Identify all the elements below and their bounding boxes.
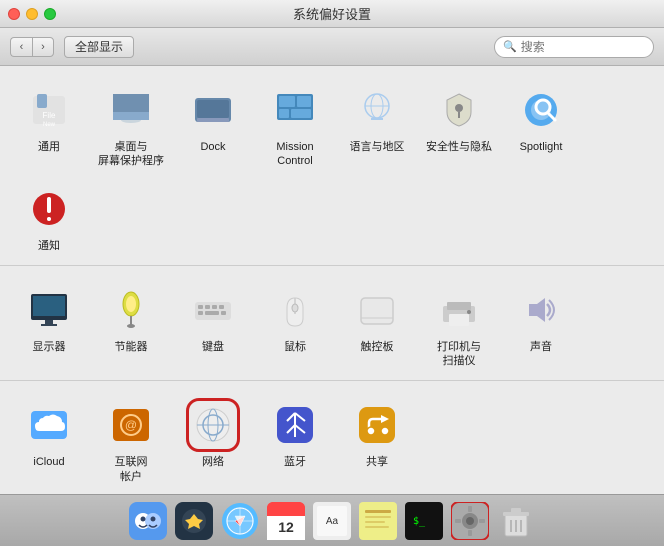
section-personal: File New 通用 桌面与 屏幕保护程序 Dock Mission Control 语言…: [0, 66, 664, 266]
icon-item-general[interactable]: File New 通用: [10, 78, 88, 173]
icon-label-notify: 通知: [38, 239, 60, 253]
icon-item-printer[interactable]: 打印机与 扫描仪: [420, 278, 498, 373]
dock-item-terminal[interactable]: $_: [403, 500, 445, 542]
svg-text:$_: $_: [413, 516, 426, 527]
maximize-button[interactable]: [44, 8, 56, 20]
icon-grid-personal: File New 通用 桌面与 屏幕保护程序 Dock Mission Control 语言…: [10, 78, 654, 257]
nav-buttons: ‹ ›: [10, 37, 54, 57]
icon-item-mouse[interactable]: 鼠标: [256, 278, 334, 373]
icon-item-dock[interactable]: Dock: [174, 78, 252, 173]
icon-label-spotlight: Spotlight: [520, 140, 563, 154]
icon-label-sound: 声音: [530, 340, 552, 354]
icon-wrapper-general: File New: [23, 84, 75, 136]
icon-label-desktop: 桌面与 屏幕保护程序: [98, 140, 164, 169]
icon-item-mission[interactable]: Mission Control: [256, 78, 334, 173]
icon-wrapper-dock: [187, 84, 239, 136]
dock-item-safari[interactable]: [219, 500, 261, 542]
icon-item-display[interactable]: 显示器: [10, 278, 88, 373]
icon-label-keyboard: 键盘: [202, 340, 224, 354]
main-content: File New 通用 桌面与 屏幕保护程序 Dock Mission Control 语言…: [0, 66, 664, 494]
close-button[interactable]: [8, 8, 20, 20]
icon-label-general: 通用: [38, 140, 60, 154]
icon-wrapper-display: [23, 284, 75, 336]
show-all-button[interactable]: 全部显示: [64, 36, 134, 58]
icon-label-internet: 互联网 帐户: [115, 455, 148, 484]
icon-wrapper-energy: [105, 284, 157, 336]
icon-wrapper-sharing: [351, 399, 403, 451]
icon-item-desktop[interactable]: 桌面与 屏幕保护程序: [92, 78, 170, 173]
icon-wrapper-security: [433, 84, 485, 136]
icon-item-trackpad[interactable]: 触控板: [338, 278, 416, 373]
icon-label-sharing: 共享: [366, 455, 388, 469]
back-button[interactable]: ‹: [10, 37, 32, 57]
title-bar: 系统偏好设置: [0, 0, 664, 28]
icon-wrapper-trackpad: [351, 284, 403, 336]
icon-item-bluetooth[interactable]: 蓝牙: [256, 393, 334, 488]
icon-wrapper-mouse: [269, 284, 321, 336]
icon-wrapper-mission: [269, 84, 321, 136]
icon-label-trackpad: 触控板: [361, 340, 394, 354]
icon-wrapper-icloud: [23, 399, 75, 451]
dock-item-notes[interactable]: [357, 500, 399, 542]
icon-label-security: 安全性与隐私: [426, 140, 492, 154]
icon-label-dock: Dock: [200, 140, 225, 154]
icon-label-energy: 节能器: [115, 340, 148, 354]
search-input[interactable]: [521, 40, 645, 54]
window-title: 系统偏好设置: [293, 4, 371, 23]
traffic-lights: [8, 8, 56, 20]
svg-text:Aa: Aa: [326, 516, 339, 527]
icon-wrapper-bluetooth: [269, 399, 321, 451]
icon-item-notify[interactable]: 通知: [10, 177, 88, 257]
svg-text:@: @: [125, 418, 137, 432]
icon-wrapper-language: [351, 84, 403, 136]
dock-item-syspref[interactable]: [449, 500, 491, 542]
toolbar: ‹ › 全部显示 🔍: [0, 28, 664, 66]
icon-item-language[interactable]: 语言与地区: [338, 78, 416, 173]
icon-wrapper-keyboard: [187, 284, 239, 336]
icon-item-security[interactable]: 安全性与隐私: [420, 78, 498, 173]
icon-wrapper-spotlight: [515, 84, 567, 136]
icon-wrapper-sound: [515, 284, 567, 336]
icon-wrapper-notify: [23, 183, 75, 235]
section-hardware: 显示器 节能器 键盘 鼠标 触控板 打印机与 扫描仪 声音: [0, 266, 664, 382]
section-internet: iCloud @ 互联网 帐户 网络 蓝牙 共享: [0, 381, 664, 494]
dock-item-trash[interactable]: [495, 500, 537, 542]
search-box[interactable]: 🔍: [494, 36, 654, 58]
icon-item-sound[interactable]: 声音: [502, 278, 580, 373]
dock-item-finder[interactable]: [127, 500, 169, 542]
icon-wrapper-internet: @: [105, 399, 157, 451]
icon-item-spotlight[interactable]: Spotlight: [502, 78, 580, 173]
icon-label-mouse: 鼠标: [284, 340, 306, 354]
dock-item-calendar[interactable]: 12: [265, 500, 307, 542]
icon-label-printer: 打印机与 扫描仪: [437, 340, 481, 369]
dock-item-dictionary[interactable]: Aa: [311, 500, 353, 542]
icon-label-language: 语言与地区: [350, 140, 405, 154]
icon-item-internet[interactable]: @ 互联网 帐户: [92, 393, 170, 488]
icon-item-energy[interactable]: 节能器: [92, 278, 170, 373]
svg-text:12: 12: [278, 519, 294, 535]
icon-wrapper-desktop: [105, 84, 157, 136]
icon-wrapper-network: [187, 399, 239, 451]
icon-label-mission: Mission Control: [276, 140, 313, 169]
icon-label-icloud: iCloud: [33, 455, 64, 469]
icon-item-network[interactable]: 网络: [174, 393, 252, 488]
icon-item-sharing[interactable]: 共享: [338, 393, 416, 488]
icon-item-keyboard[interactable]: 键盘: [174, 278, 252, 373]
dock-item-launchpad[interactable]: [173, 500, 215, 542]
icon-label-network: 网络: [202, 455, 224, 469]
icon-wrapper-printer: [433, 284, 485, 336]
icon-grid-hardware: 显示器 节能器 键盘 鼠标 触控板 打印机与 扫描仪 声音: [10, 278, 654, 373]
icon-label-bluetooth: 蓝牙: [284, 455, 306, 469]
search-icon: 🔍: [503, 40, 517, 53]
svg-text:File: File: [43, 111, 56, 120]
icon-grid-internet: iCloud @ 互联网 帐户 网络 蓝牙 共享: [10, 393, 654, 488]
minimize-button[interactable]: [26, 8, 38, 20]
forward-button[interactable]: ›: [32, 37, 54, 57]
icon-label-display: 显示器: [33, 340, 66, 354]
dock: 12 Aa $_: [0, 494, 664, 546]
svg-text:New: New: [43, 122, 56, 128]
icon-item-icloud[interactable]: iCloud: [10, 393, 88, 488]
